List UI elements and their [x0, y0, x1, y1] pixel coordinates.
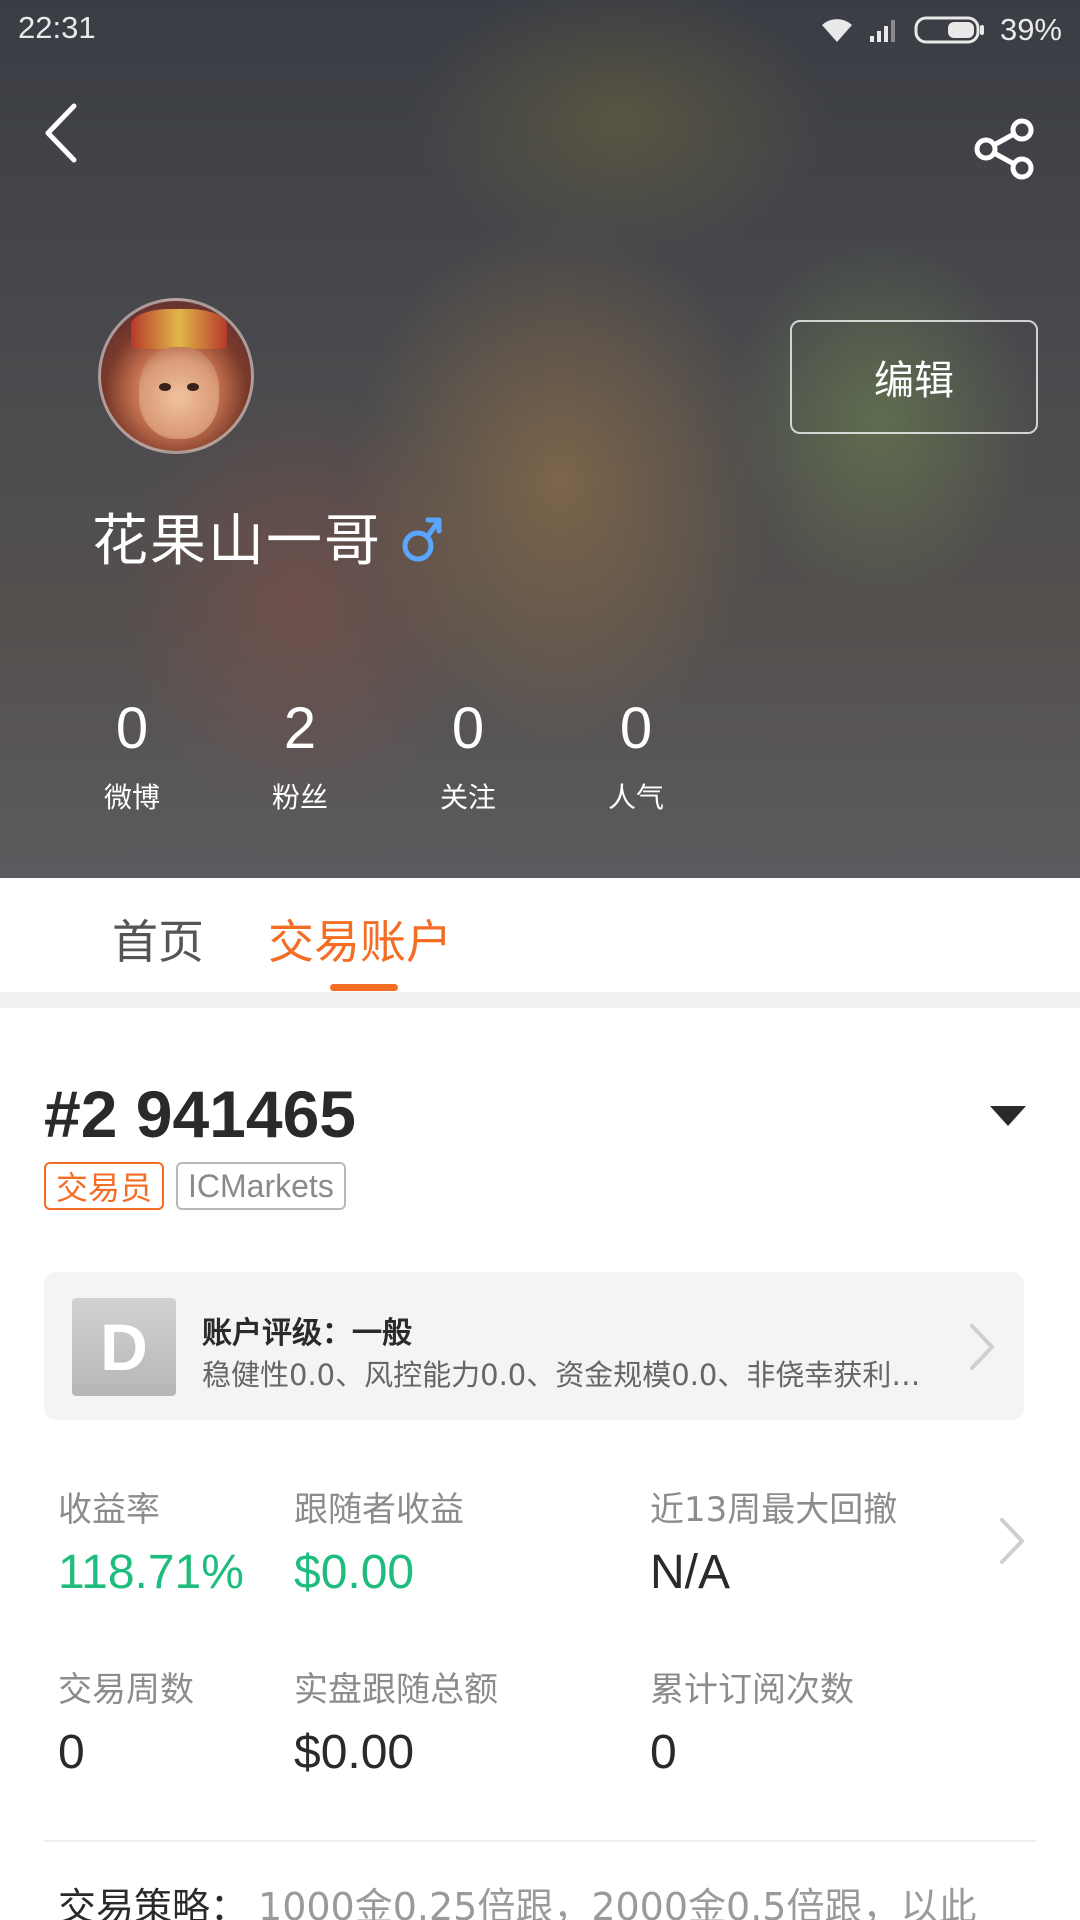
wifi-icon: [821, 19, 852, 42]
metric-return-rate: 收益率 118.71%: [58, 1482, 244, 1600]
stat-popularity[interactable]: 0 人气: [566, 694, 706, 816]
edit-button[interactable]: 编辑: [790, 320, 1038, 434]
stat-value: 2: [283, 696, 317, 761]
battery-percent: 39%: [999, 12, 1062, 47]
metric-max-drawdown: 近13周最大回撤 N/A: [650, 1482, 897, 1600]
metric-label: 累计订阅次数: [650, 1670, 854, 1710]
account-dropdown-button[interactable]: [988, 1100, 1028, 1130]
user-name: 花果山一哥: [92, 509, 382, 574]
share-button[interactable]: [972, 118, 1038, 180]
avatar-eye: [187, 383, 199, 391]
chevron-right-icon[interactable]: [996, 1516, 1026, 1566]
avatar-eye: [159, 383, 171, 391]
stat-value: 0: [115, 696, 149, 761]
rating-description: 稳健性0.0、风控能力0.0、资金规模0.0、非侥幸获利能力0.0: [202, 1358, 922, 1392]
stat-weibo[interactable]: 0 微博: [62, 694, 202, 816]
triangle-down-icon: [990, 1106, 1026, 1126]
trading-strategy: 交易策略： 1000金0.25倍跟，2000金0.5倍跟，以此: [58, 1876, 1058, 1920]
trader-tag: 交易员: [44, 1162, 165, 1210]
status-time: 22:31: [18, 10, 96, 45]
stat-label: 微博: [103, 781, 160, 814]
stat-label: 粉丝: [271, 781, 328, 814]
account-number: #2 941465: [44, 1077, 356, 1151]
rating-grade-badge: D: [72, 1298, 176, 1396]
signal-icon: [869, 20, 895, 42]
tab-home[interactable]: 首页: [112, 906, 204, 972]
account-tags: 交易员 ICMarkets: [44, 1162, 346, 1210]
metric-value: N/A: [650, 1546, 731, 1599]
profile-tabs: 首页 交易账户: [0, 878, 1080, 992]
divider: [44, 1840, 1036, 1842]
stat-label: 关注: [439, 781, 496, 814]
strategy-label: 交易策略：: [58, 1885, 249, 1920]
stat-followers[interactable]: 2 粉丝: [230, 694, 370, 816]
metric-label: 实盘跟随总额: [294, 1670, 498, 1710]
battery-icon: [914, 16, 984, 44]
share-icon: [974, 118, 1034, 180]
broker-tag: ICMarkets: [176, 1162, 346, 1210]
tab-trading-account[interactable]: 交易账户: [268, 906, 452, 972]
male-icon: [402, 517, 442, 561]
metric-value: 0: [58, 1726, 85, 1779]
metric-total-following: 实盘跟随总额 $0.00: [294, 1662, 498, 1780]
stat-label: 人气: [607, 781, 664, 814]
profile-header: 22:31 39% 编辑 花果山一哥 0 微博 2 粉丝 0 关注 0 人气: [0, 0, 1080, 878]
metric-value: 0: [650, 1726, 677, 1779]
metric-label: 跟随者收益: [294, 1490, 464, 1530]
status-icons: 39%: [820, 12, 1062, 48]
rating-title: 账户评级：一般: [202, 1316, 412, 1351]
profile-stats: 0 微博 2 粉丝 0 关注 0 人气: [0, 694, 760, 824]
avatar-face: [139, 347, 219, 439]
account-rating-card[interactable]: D 账户评级：一般 稳健性0.0、风控能力0.0、资金规模0.0、非侥幸获利能力…: [44, 1272, 1024, 1420]
strategy-text: 1000金0.25倍跟，2000金0.5倍跟，以此: [258, 1885, 977, 1920]
stat-following[interactable]: 0 关注: [398, 694, 538, 816]
metric-label: 近13周最大回撤: [650, 1490, 898, 1530]
stat-value: 0: [619, 696, 653, 761]
chevron-left-icon: [45, 103, 77, 163]
metric-follower-return: 跟随者收益 $0.00: [294, 1482, 464, 1600]
metric-value: 118.71%: [58, 1546, 244, 1599]
metric-value: $0.00: [294, 1546, 415, 1599]
metric-subscription-count: 累计订阅次数 0: [650, 1662, 854, 1780]
metric-label: 收益率: [58, 1490, 160, 1530]
status-bar: 22:31 39%: [0, 0, 1080, 60]
metric-value: $0.00: [294, 1726, 415, 1779]
avatar[interactable]: [98, 298, 254, 454]
active-tab-indicator: [330, 984, 398, 991]
user-name-row: 花果山一哥: [92, 496, 444, 577]
chevron-right-icon: [970, 1324, 994, 1370]
metric-trading-weeks: 交易周数 0: [58, 1662, 194, 1780]
metric-label: 交易周数: [58, 1670, 194, 1710]
back-button[interactable]: [38, 100, 88, 166]
stat-value: 0: [451, 696, 485, 761]
avatar-crown: [131, 309, 227, 349]
divider: [0, 992, 1080, 1008]
